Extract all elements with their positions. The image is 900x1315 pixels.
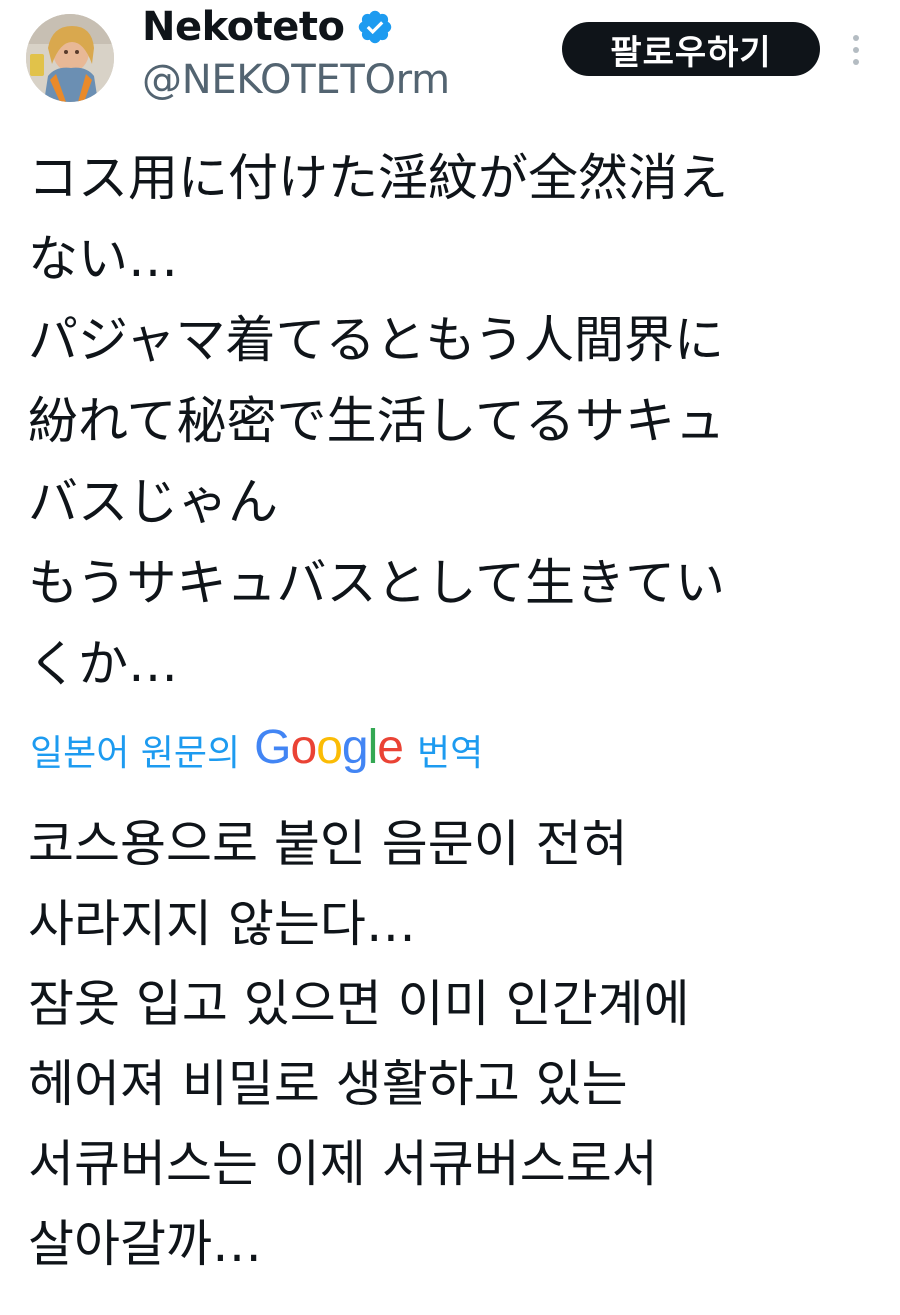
tweet-text-line: バスじゃん (28, 473, 278, 531)
translated-text-line: 살아갈까… (28, 1215, 262, 1273)
avatar[interactable] (26, 14, 114, 102)
translated-text: 코스용으로 붙인 음문이 전혀 사라지지 않는다… 잠옷 입고 있으면 이미 인… (28, 804, 868, 1284)
google-logo: Google (254, 721, 404, 774)
follow-button[interactable]: 팔로우하기 (562, 22, 820, 76)
translated-text-line: 서큐버스는 이제 서큐버스로서 (28, 1135, 658, 1193)
verified-badge-icon (359, 10, 392, 44)
tweet-text-line: ない… (28, 230, 178, 288)
translated-text-line: 헤어져 비밀로 생활하고 있는 (28, 1055, 628, 1113)
more-vertical-icon[interactable] (846, 30, 866, 70)
tweet-text-line: くか… (28, 635, 178, 693)
tweet: Nekoteto @NEKOTETOrm 팔로우하기 コス用に付けた淫紋が全然消… (0, 0, 900, 1315)
handle[interactable]: @NEKOTETOrm (142, 60, 450, 100)
tweet-text: コス用に付けた淫紋が全然消え ない… パジャマ着てるともう人間界に 紛れて秘密で… (28, 138, 868, 705)
tweet-text-line: 紛れて秘密で生活してるサキュ (28, 392, 725, 450)
translated-text-line: 잠옷 입고 있으면 이미 인간계에 (28, 975, 690, 1033)
translation-prefix: 일본어 원문의 (30, 733, 241, 774)
tweet-text-line: もうサキュバスとして生きてい (28, 554, 725, 612)
tweet-text-line: コス用に付けた淫紋が全然消え (28, 149, 728, 207)
avatar-photo (26, 14, 114, 102)
name-row: Nekoteto (142, 2, 394, 52)
translation-attribution[interactable]: 일본어 원문의 Google 번역 (30, 720, 483, 780)
translated-text-line: 사라지지 않는다… (28, 895, 416, 953)
translated-text-line: 코스용으로 붙인 음문이 전혀 (28, 815, 628, 873)
tweet-text-line: パジャマ着てるともう人間界に (28, 311, 724, 369)
display-name[interactable]: Nekoteto (142, 7, 345, 47)
translation-suffix: 번역 (417, 733, 484, 774)
